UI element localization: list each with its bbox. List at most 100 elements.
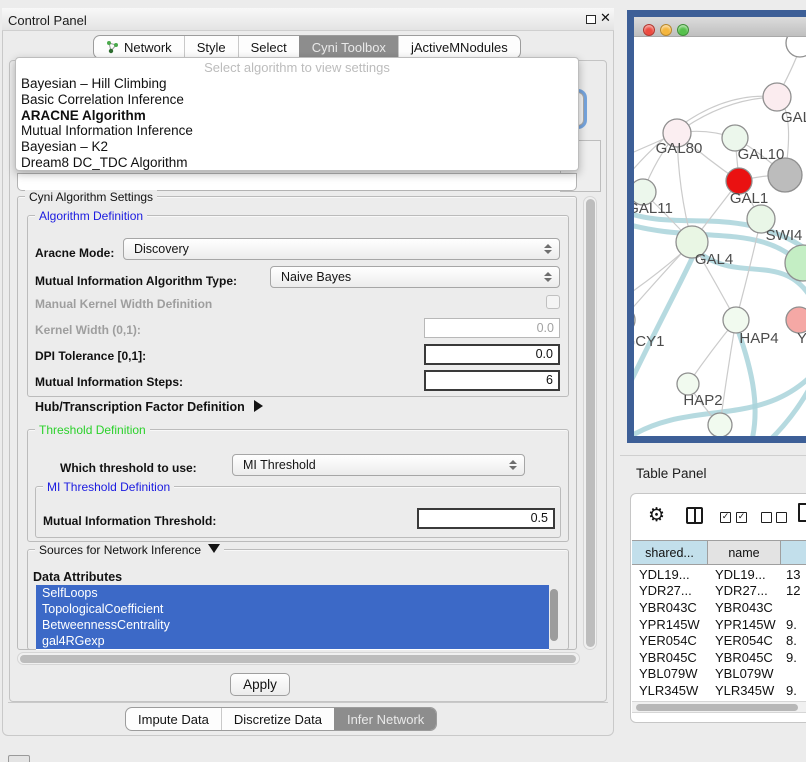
column-header-name[interactable]: name [708, 541, 781, 564]
sources-group-title-label: Sources for Network Inference [39, 543, 201, 557]
zoom-traffic-light[interactable] [677, 24, 689, 36]
table-row[interactable]: YBL079WYBL079W [632, 666, 806, 683]
unchecked-checkbox-icon[interactable] [761, 512, 772, 523]
table-row[interactable]: YDR27...YDR27...12 [632, 583, 806, 600]
table-cell: YPR145W [708, 617, 781, 632]
mi-type-value: Naive Bayes [271, 270, 351, 284]
hidden-field-bottom [17, 173, 577, 191]
attribute-list-item[interactable]: SelfLoops [36, 585, 549, 601]
table-cell: YLR345W [632, 683, 708, 698]
table-cell: YER054C [632, 633, 708, 648]
mi-type-label: Mutual Information Algorithm Type: [35, 274, 237, 288]
tab-cyni-toolbox[interactable]: Cyni Toolbox [299, 36, 398, 58]
mi-threshold-field[interactable]: 0.5 [417, 508, 555, 529]
document-icon[interactable] [798, 503, 806, 522]
minimize-traffic-light[interactable] [660, 24, 672, 36]
hub-factor-expander[interactable]: Hub/Transcription Factor Definition [35, 400, 263, 414]
tab-impute-data[interactable]: Impute Data [126, 708, 221, 730]
float-window-icon[interactable] [586, 15, 596, 24]
tab-network[interactable]: Network [94, 36, 184, 58]
tab-infer-network-label: Infer Network [347, 712, 424, 727]
table-horizontal-scrollbar-thumb[interactable] [636, 704, 798, 711]
table-row[interactable]: YBR043CYBR043C [632, 599, 806, 616]
table-body: YDL19...YDL19...13YDR27...YDR27...12YBR0… [632, 566, 806, 700]
tab-cyni-toolbox-label: Cyni Toolbox [312, 40, 386, 55]
network-node[interactable] [768, 158, 802, 192]
tab-jactivemnodules-label: jActiveMNodules [411, 40, 508, 55]
algorithm-option[interactable]: Mutual Information Inference [16, 123, 578, 139]
checked-checkbox-icon[interactable] [736, 512, 747, 523]
table-cell: YER054C [708, 633, 781, 648]
column-header-partial[interactable] [781, 541, 806, 564]
attributes-scrollbar-thumb[interactable] [550, 589, 558, 641]
checked-checkbox-icon[interactable] [720, 512, 731, 523]
table-cell: 8. [781, 633, 806, 648]
table-cell: YDL19... [708, 567, 781, 582]
combo-arrows-icon [509, 460, 517, 470]
cyni-bottom-tabbar: Impute Data Discretize Data Infer Networ… [125, 707, 437, 731]
kernel-width-field[interactable]: 0.0 [424, 318, 560, 338]
network-node-label: GAL80 [656, 140, 703, 157]
table-cell: 9. [781, 650, 806, 665]
close-traffic-light[interactable] [643, 24, 655, 36]
table-row[interactable]: YPR145WYPR145W9. [632, 616, 806, 633]
algorithm-dropdown-prompt: Select algorithm to view settings [16, 58, 578, 76]
tab-network-label: Network [124, 40, 172, 55]
mi-steps-field[interactable]: 6 [424, 370, 560, 391]
hub-factor-expander-label: Hub/Transcription Factor Definition [35, 400, 245, 414]
settings-vertical-scrollbar-thumb[interactable] [586, 199, 595, 647]
manual-kernel-checkbox[interactable] [546, 295, 560, 309]
column-header-shared-name[interactable]: shared... [632, 541, 708, 564]
tab-style[interactable]: Style [184, 36, 238, 58]
table-row[interactable]: YIL052CYIL052C9 [632, 699, 806, 700]
network-node[interactable] [763, 83, 791, 111]
split-columns-icon[interactable] [686, 507, 703, 524]
tab-jactivemnodules[interactable]: jActiveMNodules [398, 36, 520, 58]
gear-icon[interactable]: ⚙ [648, 504, 665, 526]
algorithm-option[interactable]: Dream8 DC_TDC Algorithm [16, 155, 578, 171]
tab-select[interactable]: Select [238, 36, 299, 58]
control-panel-titlebar [2, 8, 614, 31]
table-cell: 9. [781, 683, 806, 698]
network-node-label: GAL11 [634, 200, 673, 217]
combo-arrows-icon [544, 244, 552, 254]
cyni-settings-group-title: Cyni Algorithm Settings [25, 190, 157, 204]
which-threshold-combo[interactable]: MI Threshold [232, 454, 525, 476]
network-node[interactable] [786, 37, 806, 57]
attribute-list-item[interactable]: BetweennessCentrality [36, 617, 549, 633]
apply-button[interactable]: Apply [230, 673, 290, 696]
attribute-list-item[interactable]: gal4RGexp [36, 633, 549, 649]
algorithm-option[interactable]: Bayesian – K2 [16, 139, 578, 155]
algorithm-option[interactable]: Bayesian – Hill Climbing [16, 76, 578, 92]
sources-group-title[interactable]: Sources for Network Inference [35, 543, 224, 557]
aracne-mode-combo[interactable]: Discovery [123, 238, 560, 260]
network-node[interactable] [634, 307, 635, 333]
table-cell: 12 [781, 583, 806, 598]
table-cell: YLR345W [708, 683, 781, 698]
table-row[interactable]: YBR045CYBR045C9. [632, 649, 806, 666]
algorithm-option[interactable]: Basic Correlation Inference [16, 92, 578, 108]
close-icon[interactable]: ✕ [600, 11, 611, 26]
combo-arrows-icon [544, 272, 552, 282]
table-cell: YPR145W [632, 617, 708, 632]
network-node-label: GAL1 [730, 190, 768, 207]
table-cell: YDR27... [632, 583, 708, 598]
network-canvas[interactable]: GALGAL80GAL10GAL1GAL11SWI4GAL4GCY1HAP4YH… [634, 37, 806, 436]
tab-infer-network[interactable]: Infer Network [334, 708, 436, 730]
table-cell: YDR27... [708, 583, 781, 598]
data-attributes-label: Data Attributes [33, 570, 122, 584]
expand-right-icon [254, 400, 263, 412]
network-node[interactable] [708, 413, 732, 436]
table-row[interactable]: YER054CYER054C8. [632, 632, 806, 649]
settings-horizontal-scrollbar-thumb[interactable] [20, 655, 576, 663]
network-edge [634, 96, 777, 180]
table-row[interactable]: YLR345WYLR345W9. [632, 682, 806, 699]
dpi-tolerance-field[interactable]: 0.0 [424, 344, 560, 365]
algorithm-options-list: Bayesian – Hill ClimbingBasic Correlatio… [16, 76, 578, 171]
table-row[interactable]: YDL19...YDL19...13 [632, 566, 806, 583]
attribute-list-item[interactable]: TopologicalCoefficient [36, 601, 549, 617]
unchecked-checkbox-icon[interactable] [776, 512, 787, 523]
tab-discretize-data[interactable]: Discretize Data [221, 708, 334, 730]
algorithm-option[interactable]: ARACNE Algorithm [16, 108, 578, 124]
mi-type-combo[interactable]: Naive Bayes [270, 266, 560, 288]
